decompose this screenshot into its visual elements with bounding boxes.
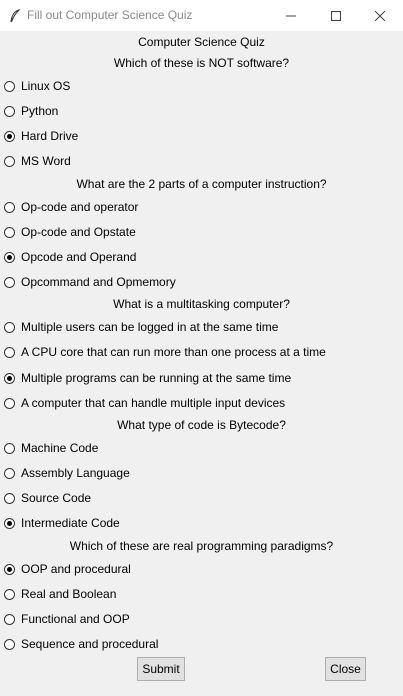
q3-option-1[interactable]: Multiple users can be logged in at the s… <box>4 318 278 336</box>
radio-button[interactable] <box>4 397 15 409</box>
q2-option-3[interactable]: Opcode and Operand <box>4 248 136 266</box>
q3-option-3[interactable]: Multiple programs can be running at the … <box>4 369 291 387</box>
radio-button[interactable] <box>4 276 15 288</box>
option-label: Op-code and operator <box>21 200 139 214</box>
close-window-button[interactable] <box>357 0 403 31</box>
radio-button[interactable] <box>4 372 15 384</box>
radio-button[interactable] <box>4 321 15 333</box>
feather-icon <box>9 9 21 23</box>
option-label: Intermediate Code <box>21 516 120 530</box>
radio-button[interactable] <box>4 155 15 167</box>
quiz-heading: Computer Science Quiz <box>138 35 265 49</box>
quiz-form: Computer Science Quiz Which of these is … <box>0 31 403 696</box>
option-label: A CPU core that can run more than one pr… <box>21 345 326 359</box>
maximize-icon <box>331 10 341 21</box>
q5-option-4[interactable]: Sequence and procedural <box>4 635 158 653</box>
close-button[interactable]: Close <box>325 657 366 681</box>
title-bar[interactable]: Fill out Computer Science Quiz <box>0 0 403 31</box>
question-4-text: What type of code is Bytecode? <box>117 418 286 432</box>
option-label: MS Word <box>21 154 71 168</box>
option-label: OOP and procedural <box>21 562 131 576</box>
option-label: Multiple programs can be running at the … <box>21 371 292 385</box>
radio-button[interactable] <box>4 613 15 625</box>
minimize-icon <box>286 15 296 16</box>
q3-option-2[interactable]: A CPU core that can run more than one pr… <box>4 343 326 361</box>
radio-button[interactable] <box>4 251 15 263</box>
radio-button[interactable] <box>4 467 15 479</box>
radio-button[interactable] <box>4 201 15 213</box>
q5-option-2[interactable]: Real and Boolean <box>4 585 116 603</box>
q4-option-3[interactable]: Source Code <box>4 489 91 507</box>
option-label: Op-code and Opstate <box>21 225 136 239</box>
question-3-text: What is a multitasking computer? <box>113 297 290 311</box>
option-label: Functional and OOP <box>21 612 130 626</box>
radio-button[interactable] <box>4 226 15 238</box>
q4-option-2[interactable]: Assembly Language <box>4 464 130 482</box>
close-icon <box>375 10 385 21</box>
radio-button[interactable] <box>4 130 15 142</box>
radio-button[interactable] <box>4 517 15 529</box>
maximize-button[interactable] <box>313 0 359 31</box>
q1-option-2[interactable]: Python <box>4 102 58 120</box>
option-label: Source Code <box>21 491 92 505</box>
radio-button[interactable] <box>4 80 15 92</box>
option-label: Opcommand and Opmemory <box>21 275 176 289</box>
window-title: Fill out Computer Science Quiz <box>27 8 193 22</box>
radio-button[interactable] <box>4 105 15 117</box>
q2-option-4[interactable]: Opcommand and Opmemory <box>4 273 176 291</box>
q5-option-3[interactable]: Functional and OOP <box>4 610 130 628</box>
q3-option-4[interactable]: A computer that can handle multiple inpu… <box>4 394 285 412</box>
option-label: Linux OS <box>21 79 71 93</box>
radio-button[interactable] <box>4 588 15 600</box>
option-label: Python <box>21 104 59 118</box>
option-label: Opcode and Operand <box>21 250 137 264</box>
minimize-button[interactable] <box>268 0 314 31</box>
q1-option-3[interactable]: Hard Drive <box>4 127 78 145</box>
radio-button[interactable] <box>4 563 15 575</box>
question-5-text: Which of these are real programming para… <box>69 539 334 553</box>
q2-option-2[interactable]: Op-code and Opstate <box>4 223 136 241</box>
submit-button[interactable]: Submit <box>137 657 185 681</box>
option-label: Hard Drive <box>21 129 79 143</box>
q5-option-1[interactable]: OOP and procedural <box>4 560 131 578</box>
option-label: Multiple users can be logged in at the s… <box>21 320 279 334</box>
radio-button[interactable] <box>4 346 15 358</box>
option-label: Real and Boolean <box>21 587 117 601</box>
radio-button[interactable] <box>4 638 15 650</box>
q1-option-4[interactable]: MS Word <box>4 152 71 170</box>
question-2-text: What are the 2 parts of a computer instr… <box>76 177 327 191</box>
q4-option-1[interactable]: Machine Code <box>4 439 98 457</box>
radio-button[interactable] <box>4 492 15 504</box>
radio-button[interactable] <box>4 442 15 454</box>
question-1-text: Which of these is NOT software? <box>113 56 290 70</box>
option-label: Sequence and procedural <box>21 637 159 651</box>
q4-option-4[interactable]: Intermediate Code <box>4 514 120 532</box>
option-label: A computer that can handle multiple inpu… <box>21 396 286 410</box>
option-label: Assembly Language <box>21 466 130 480</box>
q2-option-1[interactable]: Op-code and operator <box>4 198 138 216</box>
q1-option-1[interactable]: Linux OS <box>4 77 70 95</box>
option-label: Machine Code <box>21 441 99 455</box>
